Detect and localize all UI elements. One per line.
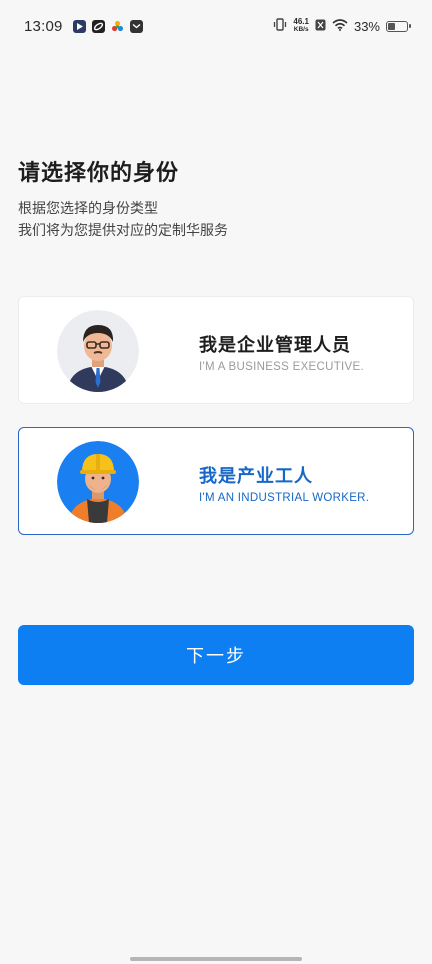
vibrate-icon xyxy=(273,18,287,34)
identity-selection-screen: 13:09 46.1 KB/s 33% 请选择你的身份 根据您选择的身份类型 我… xyxy=(0,0,432,964)
option-business-executive[interactable]: 我是企业管理人员 I'M A BUSINESS EXECUTIVE. xyxy=(18,296,414,404)
option-title: 我是企业管理人员 xyxy=(199,335,351,356)
mail-icon xyxy=(129,19,143,33)
home-indicator[interactable] xyxy=(130,957,302,961)
option-subtitle: I'M AN INDUSTRIAL WORKER. xyxy=(199,492,370,504)
app-color-icon xyxy=(111,20,124,33)
app-link-icon xyxy=(91,19,105,33)
network-speed-value: 46.1 xyxy=(293,17,309,26)
page-title: 请选择你的身份 xyxy=(18,161,180,186)
app-play-icon xyxy=(72,19,86,33)
network-speed-unit: KB/s xyxy=(293,26,309,33)
network-speed: 46.1 KB/s xyxy=(293,18,309,34)
subtitle-line-2: 我们将为您提供对应的定制华服务 xyxy=(18,223,228,239)
page-subtitle: 根据您选择的身份类型 我们将为您提供对应的定制华服务 xyxy=(18,198,228,242)
option-business-executive-text: 我是企业管理人员 I'M A BUSINESS EXECUTIVE. xyxy=(199,331,364,373)
industrial-worker-avatar xyxy=(57,441,139,523)
option-subtitle: I'M A BUSINESS EXECUTIVE. xyxy=(199,361,364,373)
subtitle-line-1: 根据您选择的身份类型 xyxy=(18,201,158,217)
wifi-icon xyxy=(332,18,348,34)
battery-fill xyxy=(388,22,395,30)
next-step-button[interactable]: 下一步 xyxy=(18,625,414,685)
option-industrial-worker[interactable]: 我是产业工人 I'M AN INDUSTRIAL WORKER. xyxy=(18,427,414,535)
battery-percent: 33% xyxy=(353,18,380,34)
battery-icon xyxy=(386,20,411,32)
status-time: 13:09 xyxy=(24,17,63,35)
option-title: 我是产业工人 xyxy=(199,466,313,487)
status-bar-left: 13:09 xyxy=(24,18,143,35)
nfc-icon xyxy=(315,19,326,34)
status-bar-right: 46.1 KB/s 33% xyxy=(273,18,411,34)
status-bar: 13:09 46.1 KB/s 33% xyxy=(0,0,432,52)
option-industrial-worker-text: 我是产业工人 I'M AN INDUSTRIAL WORKER. xyxy=(199,462,369,504)
business-executive-avatar xyxy=(57,310,139,392)
